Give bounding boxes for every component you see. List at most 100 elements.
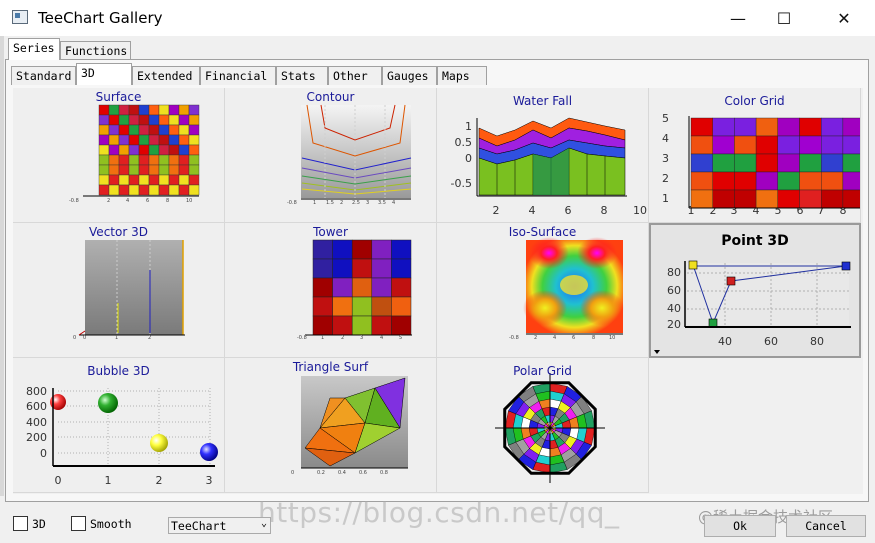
ok-button[interactable]: Ok — [704, 515, 776, 537]
tower-cell — [312, 315, 333, 336]
surface-cell — [138, 134, 150, 146]
grid-cell — [690, 117, 713, 137]
tab-other[interactable]: Other — [328, 66, 382, 85]
surface-cell — [158, 174, 170, 186]
vector-3d-thumbnail: 0 0 1 2 — [73, 240, 185, 341]
svg-text:6: 6 — [146, 198, 149, 204]
y-tick-label: 5 — [662, 112, 669, 125]
grid-cell — [799, 153, 822, 173]
tab-maps[interactable]: Maps — [437, 66, 487, 85]
svg-text:8: 8 — [166, 198, 169, 204]
y-tick-label: 200 — [26, 431, 47, 444]
iso-blob — [523, 290, 567, 326]
grid-cell — [777, 171, 800, 191]
plot-area — [85, 240, 183, 335]
gallery-item-contour[interactable]: Contour -0.8 1 1.5 2 2.5 3 3.5 4 — [225, 88, 437, 223]
svg-text:0.4: 0.4 — [338, 470, 346, 476]
surface-cell — [118, 114, 130, 126]
gallery-item-vector-3d[interactable]: Vector 3D 0 0 1 2 — [13, 223, 225, 358]
grid-cell — [712, 171, 735, 191]
tab-gauges[interactable]: Gauges — [382, 66, 437, 85]
x-tick-label: 10 — [633, 204, 647, 217]
grid-cell — [712, 135, 735, 155]
svg-text:2: 2 — [341, 335, 344, 341]
tower-cell — [371, 258, 392, 279]
grid-cell — [734, 189, 757, 209]
tower-cell — [391, 258, 412, 279]
gallery-item-title: Water Fall — [512, 94, 573, 108]
tab-extended[interactable]: Extended — [132, 66, 200, 85]
x-tick-label: 40 — [718, 335, 732, 348]
minimize-button[interactable]: — — [715, 0, 761, 36]
surface-cell — [188, 134, 200, 146]
gallery-item-tower[interactable]: Tower -0.8 1 2 3 4 5 — [225, 223, 437, 358]
grid-cell — [755, 135, 778, 155]
title-bar: TeeChart Gallery — ☐ ✕ — [0, 0, 875, 36]
surface-cell — [128, 134, 140, 146]
iso-surface-thumbnail: -0.8 2 4 6 8 10 — [509, 237, 624, 341]
tab-standard[interactable]: Standard — [11, 66, 76, 85]
tab-series[interactable]: Series — [8, 38, 60, 60]
smooth-checkbox-label: Smooth — [90, 517, 132, 531]
surface-cell — [98, 164, 110, 176]
gallery-item-triangle-surf[interactable]: Triangle Surf 0 0.2 0.4 0.6 0.8 — [225, 358, 437, 493]
y-tick-label: 1 — [662, 192, 669, 205]
surface-cell — [118, 104, 130, 116]
surface-cell — [118, 184, 130, 196]
surface-cell — [178, 164, 190, 176]
surface-cell — [168, 154, 180, 166]
grid-cell — [734, 171, 757, 191]
gallery-item-surface[interactable]: Surface -0.8 2 4 6 8 10 — [13, 88, 225, 223]
surface-cell — [158, 104, 170, 116]
grid-cell — [690, 171, 713, 191]
close-button[interactable]: ✕ — [821, 0, 867, 36]
gallery-item-point-3d[interactable]: Point 3D 80 60 40 20 40 60 80 — [649, 223, 861, 358]
svg-text:0.8: 0.8 — [380, 470, 388, 476]
dropdown-arrow-icon[interactable] — [654, 350, 660, 354]
surface-cell — [188, 104, 200, 116]
svg-text:10: 10 — [186, 198, 192, 204]
surface-cell — [178, 144, 190, 156]
svg-text:10: 10 — [609, 335, 615, 341]
x-tick-label: 60 — [764, 335, 778, 348]
y-tick-label: 20 — [667, 318, 681, 331]
y-tick-label: 3 — [662, 152, 669, 165]
tab-financial[interactable]: Financial — [200, 66, 276, 85]
cancel-button[interactable]: Cancel — [786, 515, 866, 537]
gallery-item-iso-surface[interactable]: Iso-Surface -0.8 2 4 6 8 10 — [437, 223, 649, 358]
surface-cell — [148, 184, 160, 196]
gallery-item-color-grid[interactable]: Color Grid 5 4 3 2 1 1 2 3 4 5 6 7 8 9 — [649, 88, 861, 223]
surface-cell — [158, 134, 170, 146]
grid-cell — [799, 117, 822, 137]
smooth-checkbox[interactable] — [71, 516, 86, 531]
gallery-item-polar-grid[interactable]: Polar Grid — [437, 358, 649, 493]
tower-cell — [312, 258, 333, 279]
tab-stats[interactable]: Stats — [276, 66, 328, 85]
surface-cell — [108, 164, 120, 176]
svg-text:2: 2 — [534, 335, 537, 341]
tab-functions[interactable]: Functions — [60, 41, 131, 60]
theme-select[interactable]: TeeChart ⌄ — [168, 517, 271, 534]
surface-cell — [188, 164, 200, 176]
grid-cell — [734, 135, 757, 155]
grid-cell — [820, 135, 844, 155]
surface-cell — [188, 154, 200, 166]
gallery-item-bubble-3d[interactable]: Bubble 3D 800 600 400 200 0 0 1 2 3 — [13, 358, 225, 493]
y-tick-label: 400 — [26, 416, 47, 429]
y-tick-label: 2 — [662, 172, 669, 185]
maximize-button[interactable]: ☐ — [761, 0, 807, 36]
tower-cell — [332, 315, 353, 336]
data-point — [726, 276, 736, 286]
tower-cell — [351, 277, 373, 298]
gallery-item-title: Bubble 3D — [87, 364, 150, 378]
svg-text:3: 3 — [366, 200, 369, 206]
triangle-surf-thumbnail: 0 0.2 0.4 0.6 0.8 — [291, 376, 408, 476]
surface-cell — [108, 144, 120, 156]
3d-checkbox[interactable] — [13, 516, 28, 531]
grid-cell — [842, 153, 860, 173]
gallery-item-water-fall[interactable]: Water Fall 1 0.5 0 -0.5 2 4 6 8 10 — [437, 88, 649, 223]
surface-cell — [128, 174, 140, 186]
tab-3d[interactable]: 3D — [76, 63, 132, 85]
surface-cell — [188, 114, 200, 126]
surface-cell — [178, 134, 190, 146]
